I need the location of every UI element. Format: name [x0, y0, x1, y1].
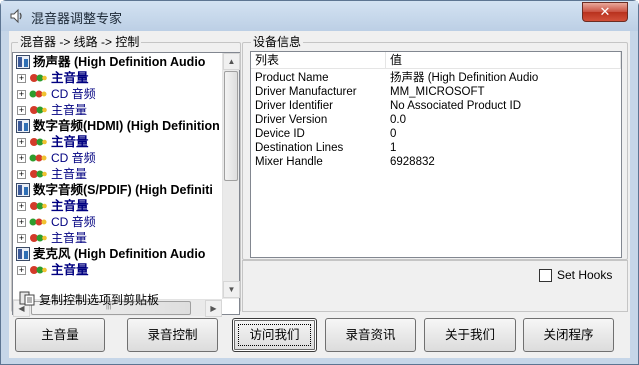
set-hooks-checkbox[interactable] [539, 269, 552, 282]
mixer-tree[interactable]: 扬声器 (High Definition Audio + 主音量 + CD 音频 + 主音量… [12, 52, 240, 317]
set-hooks-label: Set Hooks [557, 268, 613, 282]
client-area: 混音器 -> 线路 -> 控制 扬声器 (High Definition Aud… [9, 31, 630, 358]
expand-toggle-icon[interactable]: + [17, 74, 26, 83]
tree-vertical-scrollbar[interactable]: ▲ ▼ [222, 53, 240, 299]
tree-node-label: CD 音频 [51, 151, 96, 165]
master-volume-button[interactable]: 主音量 [15, 318, 105, 352]
scroll-right-button[interactable]: ▶ [205, 300, 222, 317]
speaker-icon [10, 8, 22, 24]
copy-controls-label: 复制控制选项到剪贴板 [39, 293, 160, 307]
device-info-list[interactable]: 列表 值 Product Name 扬声器 (High Definition Au… [250, 51, 622, 258]
expand-toggle-icon[interactable]: + [17, 170, 26, 179]
tree-node-label: 数字音频(S/PDIF) (High Definiti [33, 183, 213, 197]
expand-toggle-icon[interactable]: + [17, 138, 26, 147]
volume-control-icon [29, 90, 47, 98]
hooks-panel: Set Hooks [242, 260, 628, 312]
info-property-cell: Device ID [255, 128, 305, 140]
tree-node-label: 主音量 [51, 199, 89, 213]
volume-control-icon [30, 234, 47, 242]
tree-node-label: 主音量 [51, 167, 88, 181]
tree-node-label: 主音量 [51, 263, 89, 277]
main-window: 混音器调整专家 ✕ 混音器 -> 线路 -> 控制 扬声器 (High Defi… [0, 0, 639, 365]
record-info-button[interactable]: 录音资讯 [325, 318, 416, 352]
audio-device-icon [16, 55, 30, 69]
window-title: 混音器调整专家 [31, 11, 123, 26]
about-us-button[interactable]: 关于我们 [424, 318, 516, 352]
clipboard-icon [19, 291, 35, 306]
column-header-value[interactable]: 值 [386, 52, 621, 69]
tree-node-label: 麦克风 (High Definition Audio [33, 247, 206, 261]
volume-control-icon [30, 106, 47, 114]
info-value-cell: MM_MICROSOFT [390, 86, 485, 98]
tree-node-label: 数字音频(HDMI) (High Definition [33, 119, 220, 133]
audio-device-icon [16, 247, 30, 261]
tree-viewport: 扬声器 (High Definition Audio + 主音量 + CD 音频 + 主音量… [13, 53, 222, 299]
info-value-cell: 0.0 [390, 114, 406, 126]
info-property-cell: Driver Version [255, 114, 328, 126]
visit-us-button[interactable]: 访问我们 [232, 318, 317, 352]
info-value-cell: 1 [390, 142, 397, 154]
info-value-cell: 0 [390, 128, 397, 140]
tree-node-label: CD 音频 [51, 215, 96, 229]
expand-toggle-icon[interactable]: + [17, 90, 26, 99]
info-property-cell: Driver Identifier [255, 100, 333, 112]
device-info-group-label: 设备信息 [251, 35, 304, 49]
tree-node-label: 主音量 [51, 135, 89, 149]
expand-toggle-icon[interactable]: + [17, 202, 26, 211]
audio-device-icon [16, 119, 30, 133]
volume-control-icon [30, 138, 47, 146]
volume-control-icon [30, 74, 47, 82]
expand-toggle-icon[interactable]: + [17, 154, 26, 163]
mixer-tree-group-label: 混音器 -> 线路 -> 控制 [18, 35, 142, 49]
volume-control-icon [30, 202, 47, 210]
scroll-down-button[interactable]: ▼ [223, 281, 240, 298]
info-value-cell: No Associated Product ID [390, 100, 522, 112]
close-button[interactable]: ✕ [582, 2, 628, 22]
info-property-cell: Destination Lines [255, 142, 344, 154]
expand-toggle-icon[interactable]: + [17, 218, 26, 227]
scroll-up-button[interactable]: ▲ [223, 53, 240, 70]
volume-control-icon [29, 154, 47, 162]
volume-control-icon [29, 218, 47, 226]
tree-node-label: CD 音频 [51, 87, 96, 101]
column-header-list[interactable]: 列表 [251, 52, 386, 69]
title-bar[interactable]: 混音器调整专家 ✕ [1, 1, 638, 31]
tree-node-label: 主音量 [51, 231, 88, 245]
expand-toggle-icon[interactable]: + [17, 106, 26, 115]
volume-control-icon [30, 170, 47, 178]
expand-toggle-icon[interactable]: + [17, 234, 26, 243]
tree-node-label: 主音量 [51, 103, 88, 117]
exit-program-button[interactable]: 关闭程序 [523, 318, 614, 352]
volume-control-icon [30, 266, 47, 274]
expand-toggle-icon[interactable]: + [17, 266, 26, 275]
info-value-cell: 扬声器 (High Definition Audio [390, 72, 539, 84]
info-property-cell: Driver Manufacturer [255, 86, 357, 98]
info-property-cell: Mixer Handle [255, 156, 323, 168]
record-control-button[interactable]: 录音控制 [127, 318, 218, 352]
info-value-cell: 6928832 [390, 156, 435, 168]
audio-device-icon [16, 183, 30, 197]
focus-indicator [238, 324, 311, 346]
info-property-cell: Product Name [255, 72, 329, 84]
tree-node-label: 扬声器 (High Definition Audio [33, 55, 206, 69]
tree-node-label: 主音量 [51, 71, 89, 85]
scroll-thumb-vertical[interactable] [224, 71, 238, 181]
